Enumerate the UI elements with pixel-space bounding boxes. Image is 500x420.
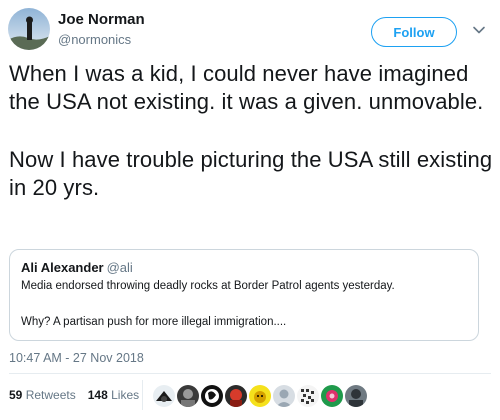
chevron-down-icon[interactable] <box>472 23 486 37</box>
liker-avatar[interactable] <box>201 385 223 407</box>
quoted-author: Ali Alexander @ali <box>21 260 133 275</box>
author-name[interactable]: Joe Norman <box>58 11 145 28</box>
author-handle[interactable]: @normonics <box>58 32 131 47</box>
liker-avatar[interactable] <box>225 385 247 407</box>
liker-avatar[interactable] <box>177 385 199 407</box>
tweet-text: When I was a kid, I could never have ima… <box>9 60 497 202</box>
retweets-label: Retweets <box>25 388 76 402</box>
author-avatar[interactable] <box>8 8 50 50</box>
likes-label: Likes <box>111 388 140 402</box>
likes-count: 148 <box>87 388 108 402</box>
liker-avatar[interactable] <box>345 385 367 407</box>
liker-avatar[interactable] <box>273 385 295 407</box>
liker-avatar[interactable] <box>249 385 271 407</box>
stats-separator <box>142 380 143 410</box>
quoted-author-name: Ali Alexander <box>21 260 104 275</box>
liker-avatar[interactable] <box>153 385 175 407</box>
divider <box>9 373 491 374</box>
tweet-timestamp[interactable]: 10:47 AM - 27 Nov 2018 <box>9 351 144 365</box>
liker-avatar[interactable] <box>321 385 343 407</box>
liker-avatar[interactable] <box>297 385 319 407</box>
engagement-stats: 59 Retweets 148 Likes <box>9 388 151 402</box>
quoted-text-line: Why? A partisan push for more illegal im… <box>21 316 287 328</box>
avatar-image <box>8 8 50 50</box>
tweet-card: Joe Norman @normonics Follow When I was … <box>0 0 500 420</box>
tweet-paragraph: Now I have trouble picturing the USA sti… <box>9 147 493 200</box>
quoted-text-line: Media endorsed throwing deadly rocks at … <box>21 280 395 292</box>
tweet-paragraph: When I was a kid, I could never have ima… <box>9 61 484 114</box>
likes-stat[interactable]: 148 Likes <box>88 388 139 402</box>
retweets-stat[interactable]: 59 Retweets <box>9 388 76 402</box>
follow-button[interactable]: Follow <box>371 17 457 47</box>
quoted-author-handle: @ali <box>106 260 133 275</box>
quoted-tweet[interactable]: Ali Alexander @ali Media endorsed throwin… <box>9 249 479 341</box>
retweets-count: 59 <box>9 388 23 402</box>
